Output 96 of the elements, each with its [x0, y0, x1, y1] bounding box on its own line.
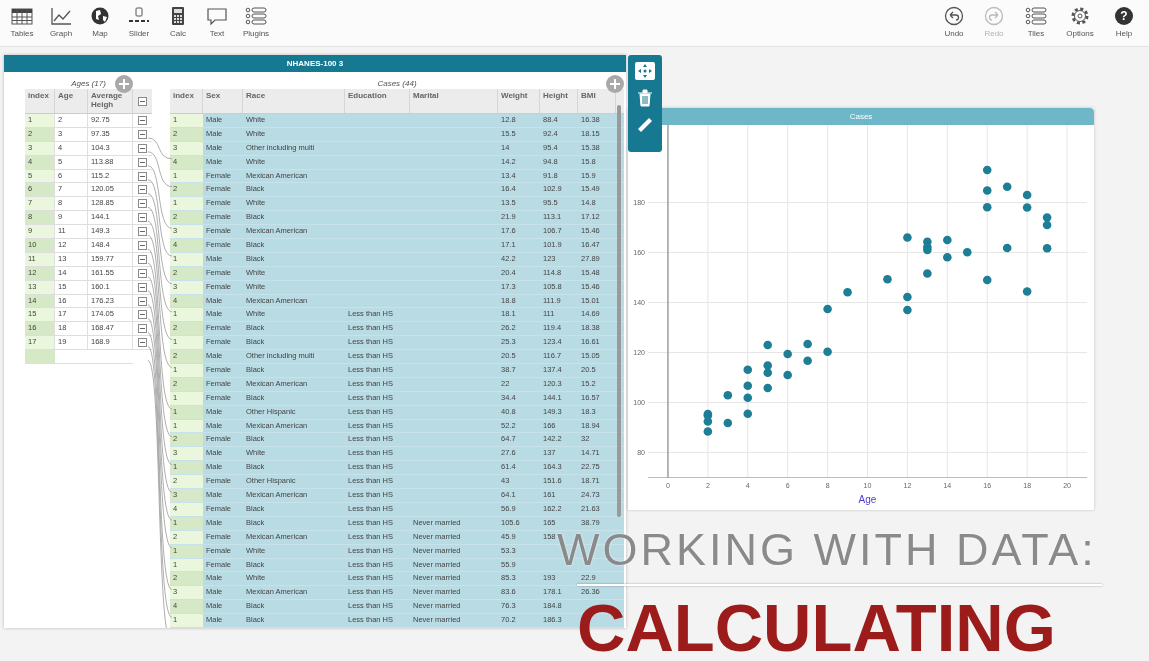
table-icon — [10, 6, 34, 26]
collapse-icon[interactable] — [138, 268, 147, 278]
plugins-button[interactable]: Plugins — [237, 6, 275, 38]
column-header[interactable]: Age — [55, 89, 88, 113]
undo-icon — [942, 6, 966, 26]
collection-title: Cases (44) — [377, 79, 417, 88]
collapse-icon[interactable] — [138, 115, 147, 125]
undo-button[interactable]: Undo — [935, 6, 973, 38]
text-button[interactable]: Text — [198, 6, 236, 38]
collapse-icon[interactable] — [138, 296, 147, 306]
calc-button[interactable]: Calc — [159, 6, 197, 38]
collapse-icon[interactable] — [138, 129, 147, 139]
collapse-icon[interactable] — [138, 227, 147, 237]
column-header[interactable]: index — [25, 89, 55, 113]
trash-icon[interactable] — [637, 89, 653, 107]
tables-button[interactable]: Tables — [3, 6, 41, 38]
data-point[interactable] — [703, 427, 713, 436]
collapse-icon[interactable] — [138, 185, 147, 195]
data-point[interactable] — [883, 274, 892, 284]
data-point[interactable] — [943, 235, 952, 245]
data-point[interactable] — [763, 383, 773, 393]
data-point[interactable] — [723, 418, 733, 428]
collapse-icon[interactable] — [138, 310, 147, 320]
scrollbar[interactable] — [617, 105, 621, 517]
data-point[interactable] — [1002, 243, 1012, 253]
collapse-icon[interactable] — [138, 338, 147, 348]
data-point[interactable] — [843, 287, 852, 297]
list-icon — [1024, 6, 1048, 26]
slider-button[interactable]: Slider — [120, 6, 158, 38]
column-header[interactable]: Sex — [203, 89, 243, 113]
data-point[interactable] — [923, 269, 932, 278]
collapse-icon[interactable] — [138, 171, 147, 181]
data-point[interactable] — [783, 370, 792, 380]
data-point[interactable] — [783, 349, 792, 359]
column-header[interactable]: Race — [243, 89, 345, 113]
data-point[interactable] — [743, 381, 753, 391]
axis-label[interactable]: Age — [858, 493, 877, 505]
data-point[interactable] — [763, 340, 773, 350]
collapse-icon[interactable] — [138, 213, 147, 223]
collapse-icon[interactable] — [138, 199, 147, 209]
data-point[interactable] — [982, 186, 992, 195]
data-point[interactable] — [1022, 203, 1032, 212]
data-point[interactable] — [823, 304, 832, 314]
data-point[interactable] — [1042, 220, 1052, 230]
data-point[interactable] — [763, 368, 773, 378]
collection-title: Ages (17) — [71, 79, 106, 88]
line-graph-icon — [49, 6, 73, 26]
data-point[interactable] — [903, 292, 912, 302]
collapse-icon[interactable] — [138, 96, 147, 106]
data-point[interactable] — [982, 202, 992, 212]
data-point[interactable] — [982, 275, 992, 285]
map-button[interactable]: Map — [81, 6, 119, 38]
data-point[interactable] — [803, 339, 812, 349]
collapse-icon[interactable] — [138, 143, 147, 153]
graph-button[interactable]: Graph — [42, 6, 80, 38]
data-point[interactable] — [923, 242, 932, 252]
data-point[interactable] — [903, 233, 912, 242]
column-header[interactable]: Height — [540, 89, 578, 113]
column-header[interactable]: index — [170, 89, 203, 113]
data-point[interactable] — [962, 247, 972, 257]
data-point[interactable] — [743, 393, 753, 403]
data-point[interactable] — [823, 347, 832, 357]
collapse-icon[interactable] — [138, 240, 147, 250]
speech-bubble-icon — [205, 6, 229, 26]
data-point[interactable] — [1042, 243, 1052, 253]
column-header[interactable]: BMI — [578, 89, 616, 113]
column-header[interactable]: Marital — [410, 89, 498, 113]
help-icon: ? — [1112, 6, 1136, 26]
column-header[interactable]: Education — [345, 89, 410, 113]
collapse-icon[interactable] — [138, 324, 147, 334]
data-point[interactable] — [803, 356, 812, 366]
help-button[interactable]: ? Help — [1103, 6, 1145, 38]
data-point[interactable] — [703, 411, 713, 420]
data-point[interactable] — [1002, 182, 1012, 192]
data-point[interactable] — [763, 361, 773, 370]
rescale-icon[interactable] — [635, 62, 655, 80]
collapse-icon[interactable] — [138, 254, 147, 264]
data-point[interactable] — [1022, 287, 1032, 296]
column-header[interactable]: Average Heigh — [88, 89, 133, 113]
collapse-icon[interactable] — [138, 157, 147, 167]
data-point[interactable] — [723, 390, 733, 400]
data-point[interactable] — [1042, 213, 1052, 222]
data-point[interactable] — [743, 365, 753, 375]
options-button[interactable]: Options — [1059, 6, 1101, 38]
data-point[interactable] — [943, 252, 952, 262]
data-point[interactable] — [903, 305, 912, 315]
collapse-icon[interactable] — [138, 282, 147, 292]
list-icon — [244, 6, 268, 26]
data-point[interactable] — [1022, 190, 1032, 200]
redo-icon — [982, 6, 1006, 26]
table-title: NHANES-100 3 — [4, 55, 626, 72]
data-point[interactable] — [982, 165, 992, 175]
data-point[interactable] — [743, 409, 753, 419]
tiles-button[interactable]: Tiles — [1015, 6, 1057, 38]
ruler-icon[interactable] — [636, 116, 654, 134]
column-header[interactable]: Weight — [498, 89, 540, 113]
